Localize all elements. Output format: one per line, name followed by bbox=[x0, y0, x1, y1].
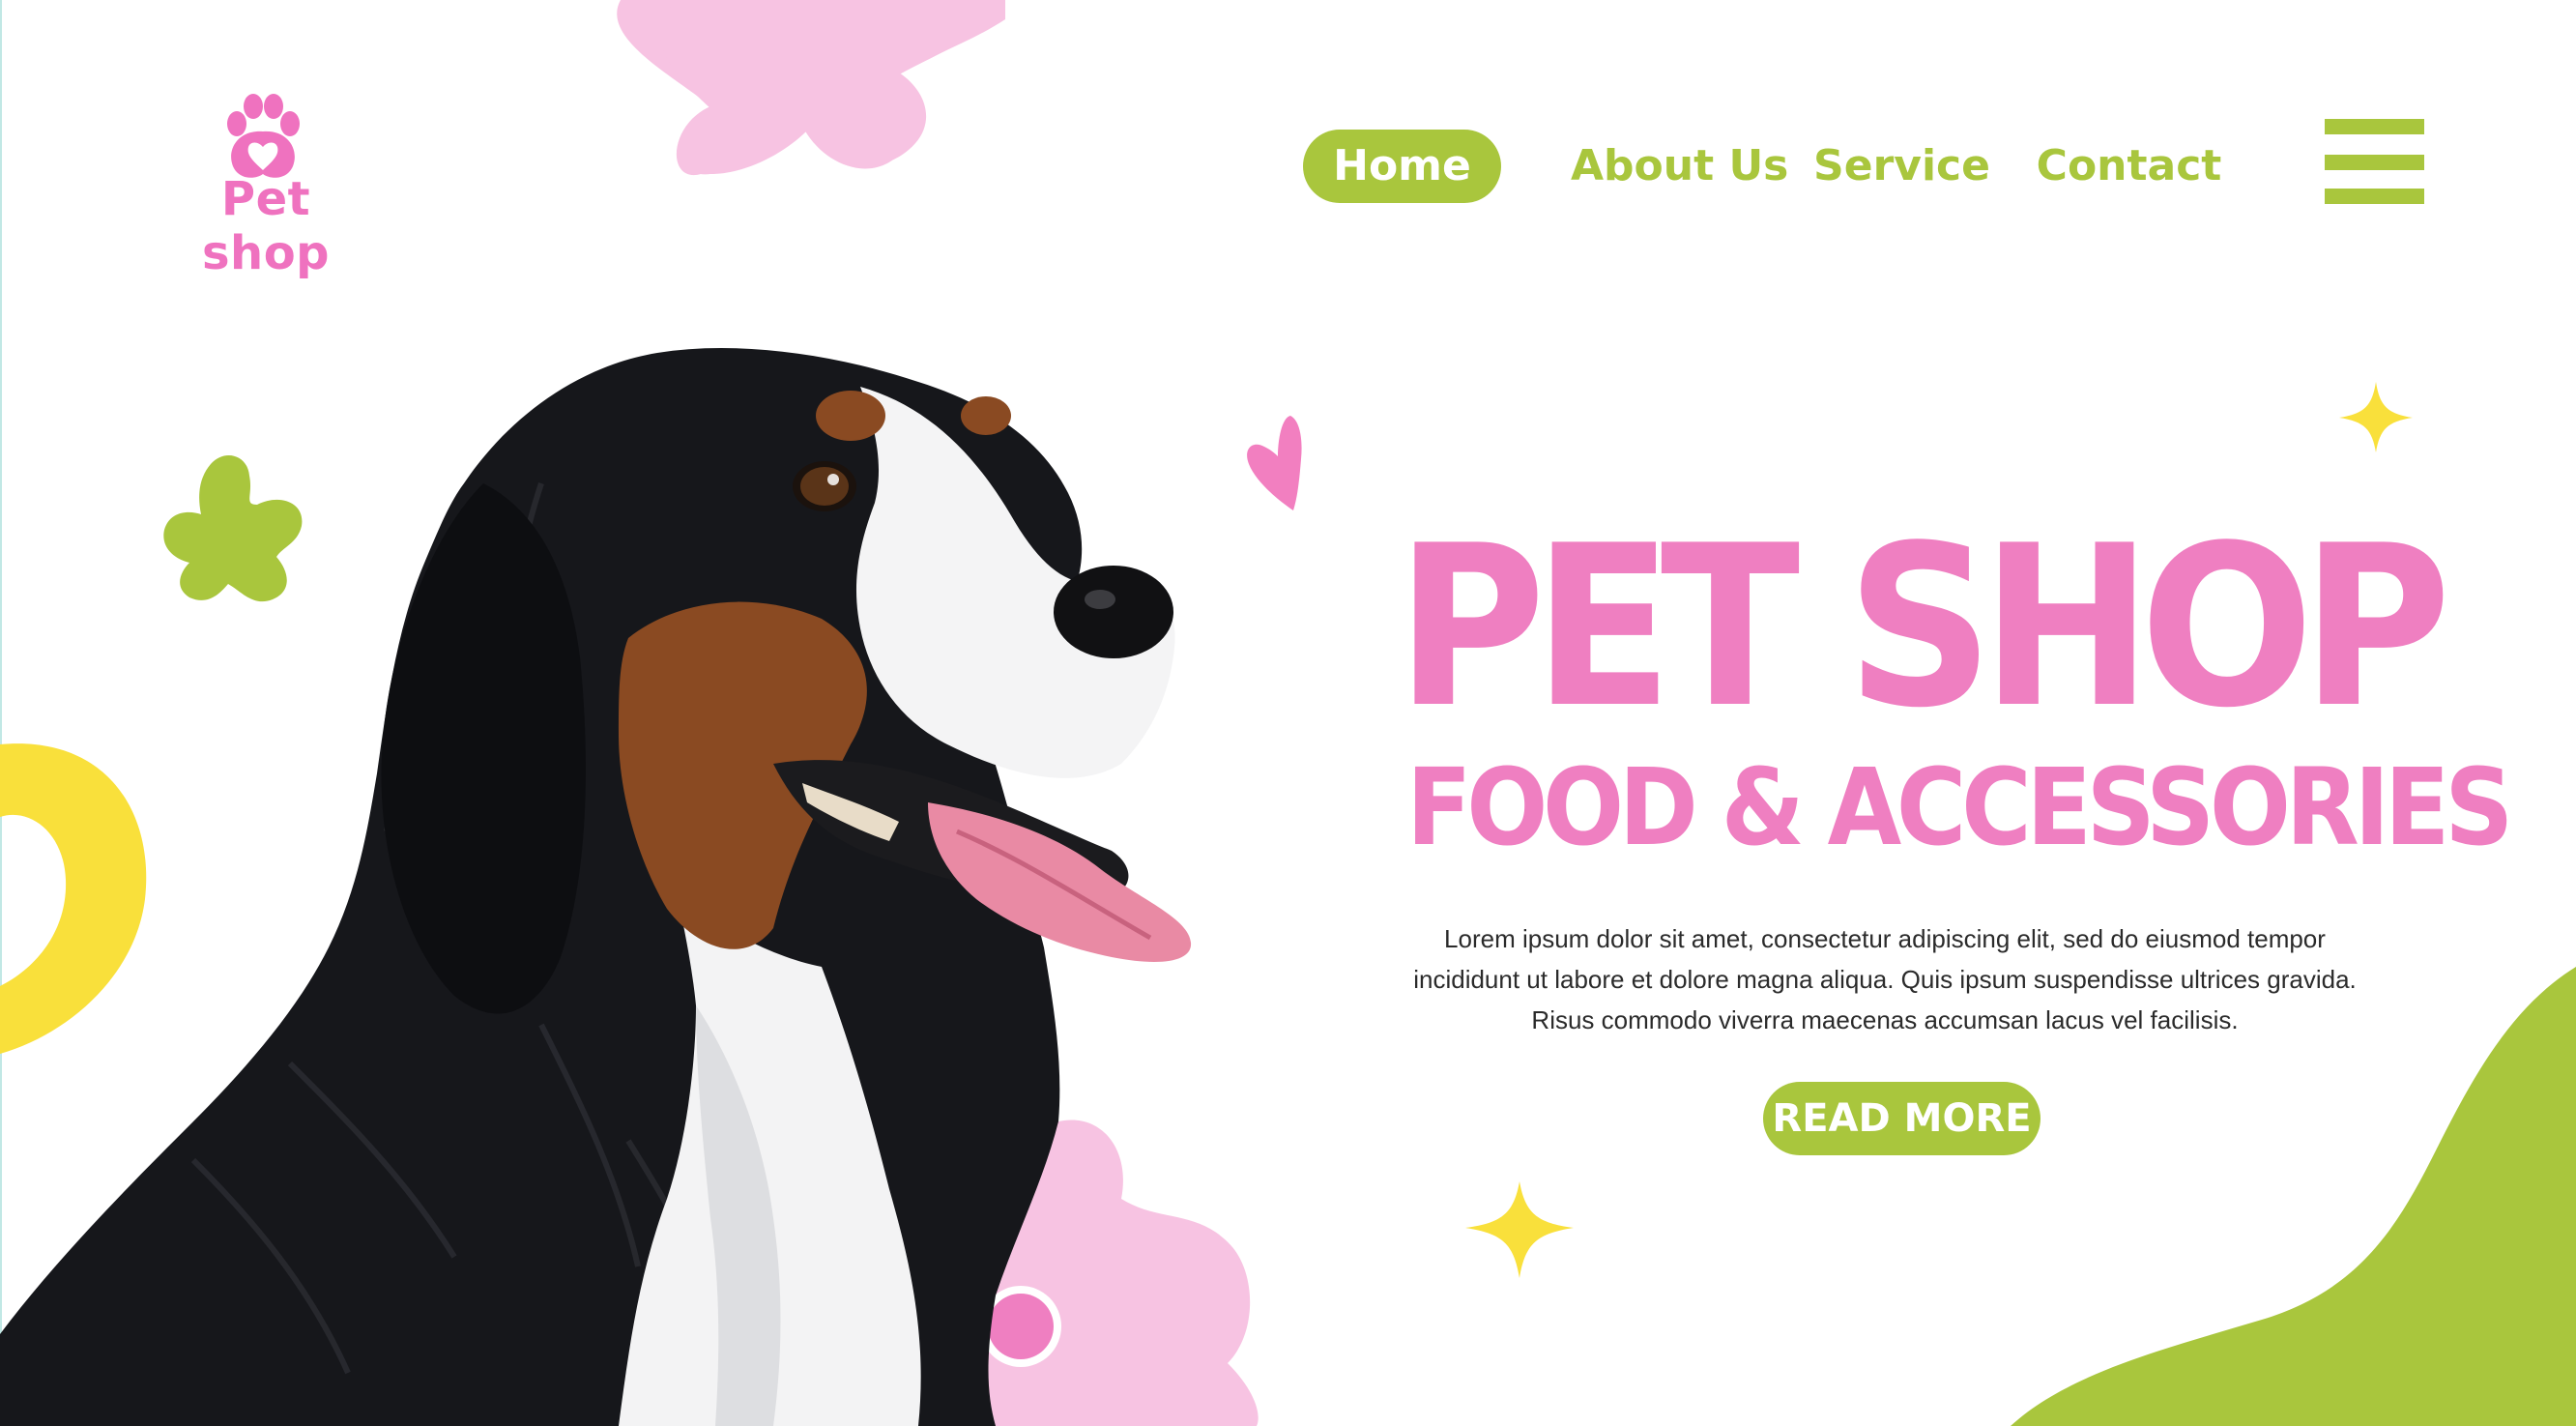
nav-item-service[interactable]: Service bbox=[1812, 130, 1991, 203]
hero-title: PET SHOP bbox=[1396, 499, 2451, 757]
hero-subtitle: FOOD & ACCESSORIES bbox=[1406, 745, 2513, 869]
main-nav: Home About Us Service Contact bbox=[1300, 130, 2221, 205]
nav-item-home[interactable]: Home bbox=[1303, 130, 1501, 203]
paw-heart-icon bbox=[227, 94, 300, 178]
brand-name: Pet shop bbox=[201, 172, 331, 280]
green-splat-decoration bbox=[163, 454, 303, 602]
dog-mouth bbox=[773, 760, 1129, 899]
dog-eyebrow-spot bbox=[816, 391, 885, 441]
dog-eyebrow-spot bbox=[961, 396, 1011, 435]
hero-description: Lorem ipsum dolor sit amet, consectetur … bbox=[1413, 924, 2357, 1034]
dog-tongue bbox=[928, 802, 1192, 962]
read-more-button[interactable]: READ MORE bbox=[1763, 1082, 2041, 1155]
yellow-star-decoration bbox=[2339, 382, 2413, 452]
heart-decoration bbox=[1247, 416, 1302, 510]
left-edge-line bbox=[0, 0, 2, 1426]
dog-tan-cheek bbox=[619, 601, 867, 949]
pink-flower-top-decoration bbox=[617, 0, 1005, 176]
logo[interactable]: Pet shop bbox=[164, 93, 367, 280]
yellow-star-decoration bbox=[1465, 1181, 1574, 1278]
dog-eye bbox=[793, 461, 856, 511]
nav-item-about-us[interactable]: About Us bbox=[1571, 130, 1788, 203]
nav-item-contact[interactable]: Contact bbox=[2030, 130, 2228, 203]
dog-tongue-crease bbox=[956, 829, 1152, 941]
dog-ear bbox=[381, 483, 586, 1014]
yellow-ring-decoration bbox=[0, 743, 147, 1054]
dog-chest-shadow bbox=[696, 1005, 781, 1426]
pink-flower-bottom-decoration bbox=[976, 1120, 1259, 1426]
dog-fur-texture bbox=[190, 482, 738, 1375]
dog-nose bbox=[1054, 566, 1173, 658]
dog-teeth bbox=[802, 783, 899, 841]
dog-chest bbox=[619, 889, 921, 1426]
dog-muzzle bbox=[855, 387, 1175, 778]
hero-section: PET SHOP FOOD & ACCESSORIES Lorem ipsum … bbox=[1353, 499, 2513, 1179]
dog-body bbox=[0, 347, 1083, 1426]
hamburger-menu-icon[interactable] bbox=[2325, 119, 2424, 204]
